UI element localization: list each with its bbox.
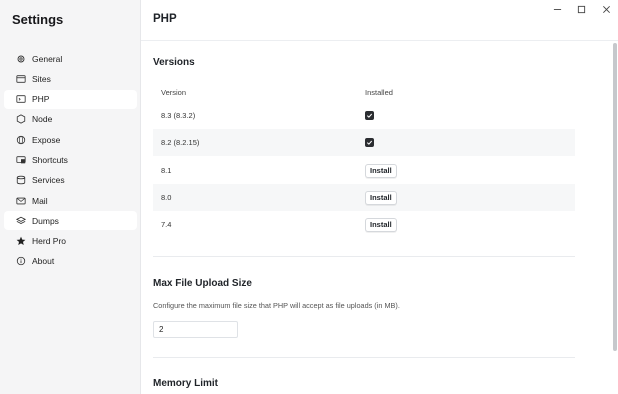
database-icon xyxy=(16,175,26,185)
version-label: 7.4 xyxy=(161,220,172,229)
installed-column-header: Installed xyxy=(365,88,393,97)
shortcut-icon xyxy=(16,155,26,165)
installed-checkbox[interactable] xyxy=(365,111,374,120)
version-label: 8.2 (8.2.15) xyxy=(161,138,200,147)
sidebar: Settings General Sites PHP Node Expose S… xyxy=(0,0,141,394)
sidebar-item-php[interactable]: PHP xyxy=(4,89,137,109)
table-row: 8.3 (8.3.2) xyxy=(153,102,575,129)
scrollbar[interactable] xyxy=(613,43,617,351)
sidebar-item-label: PHP xyxy=(32,94,50,105)
layers-icon xyxy=(16,216,26,226)
sidebar-item-label: Mail xyxy=(32,195,48,206)
version-column-header: Version xyxy=(161,88,187,97)
upload-size-heading: Max File Upload Size xyxy=(153,278,252,289)
minimize-icon xyxy=(553,8,561,10)
sidebar-item-expose[interactable]: Expose xyxy=(4,130,137,149)
code-icon xyxy=(16,94,26,104)
page-title: PHP xyxy=(153,13,177,25)
sidebar-item-dumps[interactable]: Dumps xyxy=(4,211,137,231)
maximize-button[interactable] xyxy=(574,3,588,15)
sidebar-item-label: Shortcuts xyxy=(32,154,68,165)
version-label: 8.3 (8.3.2) xyxy=(161,111,196,120)
sidebar-item-label: Expose xyxy=(32,134,61,145)
info-icon xyxy=(16,256,26,266)
sidebar-item-shortcuts[interactable]: Shortcuts xyxy=(4,150,137,169)
versions-heading: Versions xyxy=(153,57,195,68)
hexagon-icon xyxy=(16,114,26,125)
sidebar-item-sites[interactable]: Sites xyxy=(4,69,137,88)
minimize-button[interactable] xyxy=(550,3,564,15)
section-divider xyxy=(153,357,575,358)
installed-checkbox[interactable] xyxy=(365,138,374,147)
upload-size-description: Configure the maximum file size that PHP… xyxy=(153,301,400,310)
sidebar-item-herd-pro[interactable]: Herd Pro xyxy=(4,232,137,251)
section-divider xyxy=(153,256,575,257)
sidebar-item-general[interactable]: General xyxy=(4,49,137,68)
sidebar-item-about[interactable]: About xyxy=(4,252,137,271)
close-icon xyxy=(602,5,610,13)
gear-icon xyxy=(16,54,26,64)
sidebar-item-label: Dumps xyxy=(32,215,59,226)
page-header: PHP xyxy=(141,0,618,41)
upload-size-input[interactable]: 2 xyxy=(153,321,238,338)
star-icon xyxy=(16,236,26,246)
sidebar-item-label: General xyxy=(32,53,63,64)
sidebar-item-label: Node xyxy=(32,114,53,125)
sidebar-item-node[interactable]: Node xyxy=(4,110,137,129)
globe-icon xyxy=(16,135,26,145)
check-icon xyxy=(365,111,374,120)
window-icon xyxy=(16,74,26,84)
maximize-icon xyxy=(577,5,585,13)
sidebar-item-mail[interactable]: Mail xyxy=(4,191,137,210)
table-row: 8.1 Install xyxy=(153,157,575,184)
table-row: 8.0 Install xyxy=(153,184,575,211)
sidebar-item-label: About xyxy=(32,256,55,267)
sidebar-title: Settings xyxy=(12,12,64,27)
mail-icon xyxy=(16,196,26,206)
versions-table-header: Version Installed xyxy=(153,88,575,100)
main-panel: PHP Versions Version Installed 8.3 (8.3.… xyxy=(141,0,618,394)
install-button[interactable]: Install xyxy=(365,163,397,178)
check-icon xyxy=(365,138,374,147)
sidebar-item-services[interactable]: Services xyxy=(4,171,137,190)
sidebar-nav: General Sites PHP Node Expose Shortcuts … xyxy=(4,49,137,272)
sidebar-item-label: Services xyxy=(32,175,65,186)
close-button[interactable] xyxy=(599,3,613,15)
version-label: 8.0 xyxy=(161,193,172,202)
memory-limit-heading: Memory Limit xyxy=(153,378,219,389)
sidebar-item-label: Herd Pro xyxy=(32,236,67,247)
install-button[interactable]: Install xyxy=(365,217,397,232)
sidebar-item-label: Sites xyxy=(32,73,51,84)
version-label: 8.1 xyxy=(161,166,172,175)
install-button[interactable]: Install xyxy=(365,190,397,205)
table-row: 8.2 (8.2.15) xyxy=(153,129,575,156)
table-row: 7.4 Install xyxy=(153,211,575,238)
